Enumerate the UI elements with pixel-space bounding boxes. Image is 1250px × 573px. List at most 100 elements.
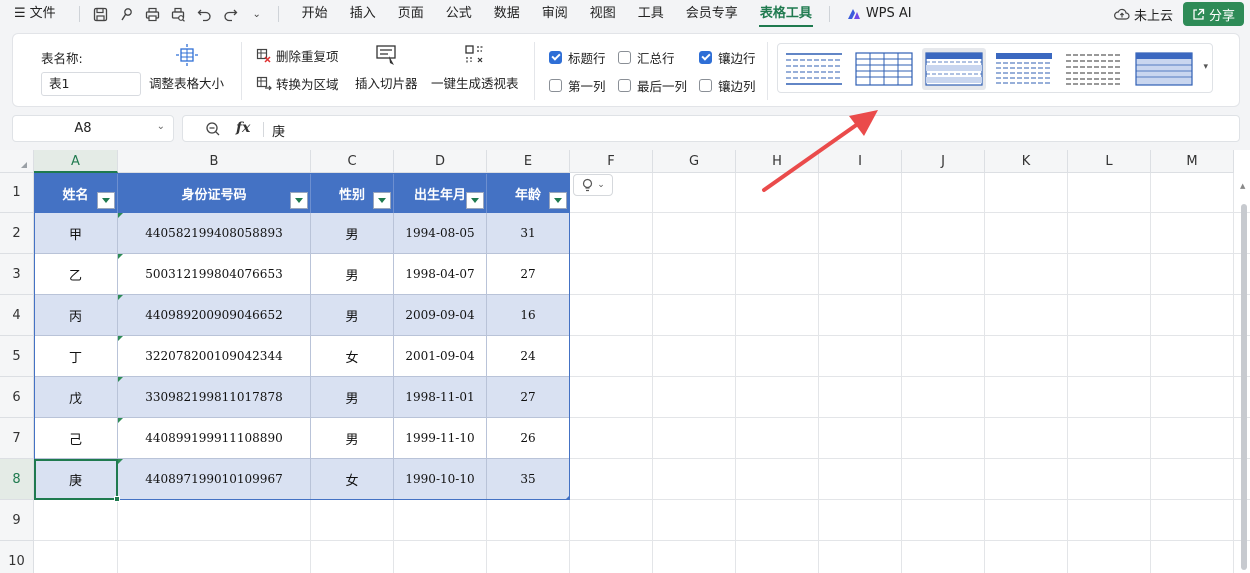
- filter-dropdown-icon[interactable]: [97, 192, 115, 209]
- filter-dropdown-icon[interactable]: [373, 192, 391, 209]
- table-header-cell[interactable]: 身份证号码: [118, 173, 311, 213]
- table-cell[interactable]: 27: [487, 377, 570, 418]
- column-header-f[interactable]: F: [570, 150, 653, 173]
- column-header-a[interactable]: A: [34, 150, 118, 173]
- share-button[interactable]: 分享: [1182, 2, 1244, 26]
- row-header-6[interactable]: 6: [0, 377, 34, 418]
- tab-table-tools[interactable]: 表格工具: [749, 0, 823, 28]
- table-cell[interactable]: 16: [487, 295, 570, 336]
- table-cell[interactable]: 男: [311, 295, 394, 336]
- table-cell[interactable]: 男: [311, 254, 394, 295]
- print-preview-icon[interactable]: [168, 3, 190, 25]
- row-header-3[interactable]: 3: [0, 254, 34, 295]
- row-header-8[interactable]: 8: [0, 459, 34, 500]
- table-resize-handle[interactable]: [565, 495, 570, 500]
- remove-duplicates-button[interactable]: 删除重复项: [256, 46, 339, 65]
- table-cell[interactable]: 31: [487, 213, 570, 254]
- scrollbar-thumb[interactable]: [1241, 204, 1247, 570]
- column-header-h[interactable]: H: [736, 150, 819, 173]
- scroll-up-icon[interactable]: ▲: [1240, 182, 1245, 190]
- table-cell[interactable]: 女: [311, 459, 394, 500]
- quick-analysis-button[interactable]: ⌄: [573, 174, 613, 196]
- column-header-k[interactable]: K: [985, 150, 1068, 173]
- redo-icon[interactable]: [220, 3, 242, 25]
- table-cell[interactable]: 440582199408058893: [118, 213, 311, 254]
- table-cell[interactable]: 2001-09-04: [394, 336, 487, 377]
- table-cell[interactable]: 440899199911108890: [118, 418, 311, 459]
- row-header-4[interactable]: 4: [0, 295, 34, 336]
- table-cell[interactable]: 戊: [34, 377, 118, 418]
- table-cell[interactable]: 己: [34, 418, 118, 459]
- resize-table-button[interactable]: 调整表格大小: [149, 42, 224, 92]
- table-cell[interactable]: 1999-11-10: [394, 418, 487, 459]
- table-cell[interactable]: 1998-04-07: [394, 254, 487, 295]
- tab-view[interactable]: 视图: [579, 0, 627, 28]
- table-style-option-3-selected[interactable]: [922, 48, 986, 90]
- column-header-c[interactable]: C: [311, 150, 394, 173]
- tab-review[interactable]: 审阅: [531, 0, 579, 28]
- function-icon[interactable]: fx: [236, 120, 250, 136]
- table-style-option-6[interactable]: [1132, 48, 1196, 90]
- chevron-down-icon[interactable]: ⌄: [246, 3, 268, 25]
- table-cell[interactable]: 24: [487, 336, 570, 377]
- table-cell[interactable]: 500312199804076653: [118, 254, 311, 295]
- gallery-expand-icon[interactable]: ▾: [1203, 62, 1208, 72]
- row-header-7[interactable]: 7: [0, 418, 34, 459]
- column-header-i[interactable]: I: [819, 150, 902, 173]
- table-cell[interactable]: 2009-09-04: [394, 295, 487, 336]
- table-style-option-5[interactable]: [1062, 48, 1126, 90]
- save-icon[interactable]: [90, 3, 112, 25]
- format-painter-icon[interactable]: [116, 3, 138, 25]
- banded-columns-checkbox[interactable]: 镶边列: [699, 76, 756, 95]
- table-cell[interactable]: 乙: [34, 254, 118, 295]
- vertical-scrollbar[interactable]: ▲: [1240, 180, 1248, 570]
- header-row-checkbox[interactable]: 标题行: [549, 48, 606, 67]
- first-column-checkbox[interactable]: 第一列: [549, 76, 606, 95]
- name-box[interactable]: A8 ⌄: [12, 115, 174, 142]
- table-cell[interactable]: 26: [487, 418, 570, 459]
- table-name-input[interactable]: 表1: [41, 72, 141, 96]
- table-cell[interactable]: 330982199811017878: [118, 377, 311, 418]
- row-header-5[interactable]: 5: [0, 336, 34, 377]
- table-cell[interactable]: 丁: [34, 336, 118, 377]
- table-style-option-4[interactable]: [992, 48, 1056, 90]
- column-header-d[interactable]: D: [394, 150, 487, 173]
- column-header-m[interactable]: M: [1151, 150, 1234, 173]
- formula-input[interactable]: fx 庚: [182, 115, 1240, 142]
- file-menu[interactable]: ☰ 文件: [0, 0, 67, 28]
- filter-dropdown-icon[interactable]: [290, 192, 308, 209]
- zoom-out-icon[interactable]: [205, 121, 221, 141]
- select-all-corner[interactable]: [0, 150, 34, 173]
- wps-ai-button[interactable]: WPS AI: [836, 0, 923, 28]
- tab-formula[interactable]: 公式: [435, 0, 483, 28]
- table-style-option-1[interactable]: [782, 48, 846, 90]
- column-header-l[interactable]: L: [1068, 150, 1151, 173]
- tab-data[interactable]: 数据: [483, 0, 531, 28]
- cloud-status[interactable]: 未上云: [1114, 5, 1173, 24]
- tab-page[interactable]: 页面: [387, 0, 435, 28]
- tab-member[interactable]: 会员专享: [675, 0, 749, 28]
- column-header-g[interactable]: G: [653, 150, 736, 173]
- table-cell[interactable]: 丙: [34, 295, 118, 336]
- table-cell[interactable]: 1998-11-01: [394, 377, 487, 418]
- table-cell[interactable]: 女: [311, 336, 394, 377]
- filter-dropdown-icon[interactable]: [466, 192, 484, 209]
- row-header-1[interactable]: 1: [0, 173, 34, 213]
- table-cell[interactable]: 甲: [34, 213, 118, 254]
- row-header-2[interactable]: 2: [0, 213, 34, 254]
- table-cell[interactable]: 1994-08-05: [394, 213, 487, 254]
- table-cell[interactable]: 440989200909046652: [118, 295, 311, 336]
- fill-handle[interactable]: [114, 496, 120, 502]
- tab-tools[interactable]: 工具: [627, 0, 675, 28]
- row-header-9[interactable]: 9: [0, 500, 34, 541]
- last-column-checkbox[interactable]: 最后一列: [618, 76, 687, 95]
- row-header-10[interactable]: 10: [0, 541, 34, 573]
- tab-home[interactable]: 开始: [291, 0, 339, 28]
- tab-insert[interactable]: 插入: [339, 0, 387, 28]
- one-click-pivot-button[interactable]: 一键生成透视表: [431, 42, 519, 92]
- column-header-e[interactable]: E: [487, 150, 570, 173]
- insert-slicer-button[interactable]: 插入切片器: [355, 42, 418, 92]
- column-header-b[interactable]: B: [118, 150, 311, 173]
- filter-dropdown-icon[interactable]: [549, 192, 567, 209]
- table-cell[interactable]: 322078200109042344: [118, 336, 311, 377]
